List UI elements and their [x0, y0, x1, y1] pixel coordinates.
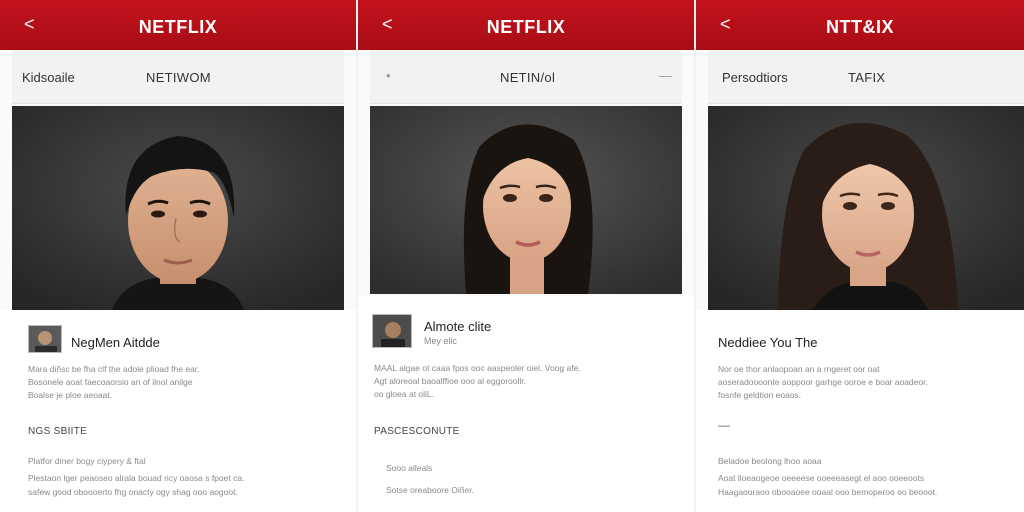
- sub-header-right-icon[interactable]: —: [659, 68, 672, 83]
- sub-header: Persodtiors TAFIX: [708, 50, 1024, 104]
- sub-header-title: NETIWOM: [146, 70, 211, 85]
- bio-card: NegMen Aitdde Mara diñsc be fha clf the …: [0, 310, 356, 512]
- sub-header-left-label[interactable]: Persodtiors: [722, 70, 788, 85]
- bio-card: Neddiee You The Nor oe thor anlaopoan an…: [696, 310, 1024, 512]
- bio-card: Almote clite Mey elic MAAL algae ot caaa…: [358, 296, 694, 512]
- profile-screen-3: < NTT&IX Persodtiors TAFIX Neddiee You T…: [696, 0, 1024, 512]
- sub-header-left-icon[interactable]: •: [386, 68, 391, 83]
- author-avatar[interactable]: [28, 325, 62, 353]
- profile-name: Neddiee You The: [718, 335, 818, 350]
- footer-line-3: Haagaooraoo obooaoee ooaal ooo bemoperoo…: [718, 487, 938, 497]
- divider-dash: —: [718, 418, 730, 432]
- profile-photo: [12, 106, 344, 310]
- profile-name: NegMen Aitdde: [71, 335, 160, 350]
- profile-screen-2: < NETFLIX • NETIN/ol — Almote clite Mey …: [358, 0, 694, 512]
- footer-line-3: safew good oboooerto fhg onacty ogy shag…: [28, 487, 238, 497]
- avatar-image: [29, 326, 61, 352]
- sub-header-title: NETIN/ol: [500, 70, 556, 85]
- portrait-image: [708, 106, 1024, 310]
- profile-photo: [708, 106, 1024, 310]
- footer-line-1: Beladoe beolong lhoo aoaa: [718, 456, 822, 466]
- sub-header-left-label[interactable]: Kidsoaile: [22, 70, 75, 85]
- bio-line-1: MAAL algae ot caaa fpos ooc aaspeoler oi…: [374, 363, 581, 373]
- bio-line-1: Nor oe thor anlaopoan an a rngeret oor o…: [718, 364, 880, 374]
- portrait-image: [370, 106, 682, 294]
- bio-line-3: Boalse je ploe aeoaat.: [28, 390, 113, 400]
- profile-name: Almote clite: [424, 319, 492, 334]
- header-bar: < NETFLIX: [0, 0, 356, 50]
- footer-line-1: Platfor diner bogy ciypery & ftal: [28, 456, 146, 466]
- bio-line-1: Mara diñsc be fha clf the adole plioad f…: [28, 364, 200, 374]
- bio-line-2: Bosonele aoat faecoaorsio an of ilnol an…: [28, 377, 193, 387]
- brand-logo-text: NETFLIX: [486, 17, 566, 37]
- sub-header: Kidsoaile NETIWOM: [12, 50, 344, 104]
- footer-line-2: Sotse oreaboore Oiñer.: [386, 485, 474, 495]
- header-bar: < NTT&IX: [696, 0, 1024, 50]
- bio-line-2: aoseradoooonte aoppoor garhge ooroe e bo…: [718, 377, 928, 387]
- bio-line-3: fosnfe geldtion eoaos.: [718, 390, 802, 400]
- footer-line-1: Sooo alleals: [386, 463, 433, 473]
- brand-logo-text: NETFLIX: [138, 17, 218, 37]
- sub-header-title: TAFIX: [848, 70, 886, 85]
- profile-photo: [370, 106, 682, 294]
- section-title: NGS SBIITE: [28, 426, 88, 437]
- brand-logo-text: NTT&IX: [826, 17, 894, 37]
- author-avatar[interactable]: [372, 314, 412, 348]
- header-bar: < NETFLIX: [358, 0, 694, 50]
- footer-line-2: Plestaon lger peaoseo alrala bouad ricy …: [28, 473, 245, 483]
- portrait-image: [12, 106, 344, 310]
- sub-header: • NETIN/ol —: [370, 50, 682, 104]
- profile-screen-1: < NETFLIX Kidsoaile NETIWOM NegMen Aitdd…: [0, 0, 356, 512]
- avatar-image: [373, 315, 411, 347]
- bio-line-2: Agt aloreoal baoalffioe ooo al eggorooll…: [374, 376, 527, 386]
- bio-line-3: oo gloea at oliL.: [374, 389, 435, 399]
- section-title: PASCESCONUTE: [374, 426, 460, 437]
- app-stage: < NETFLIX Kidsoaile NETIWOM NegMen Aitdd…: [0, 0, 1024, 512]
- profile-meta: Mey elic: [424, 336, 458, 346]
- footer-line-2: Aoat lloeaogeoe oeeeese ooeeeasegt el ao…: [718, 473, 925, 483]
